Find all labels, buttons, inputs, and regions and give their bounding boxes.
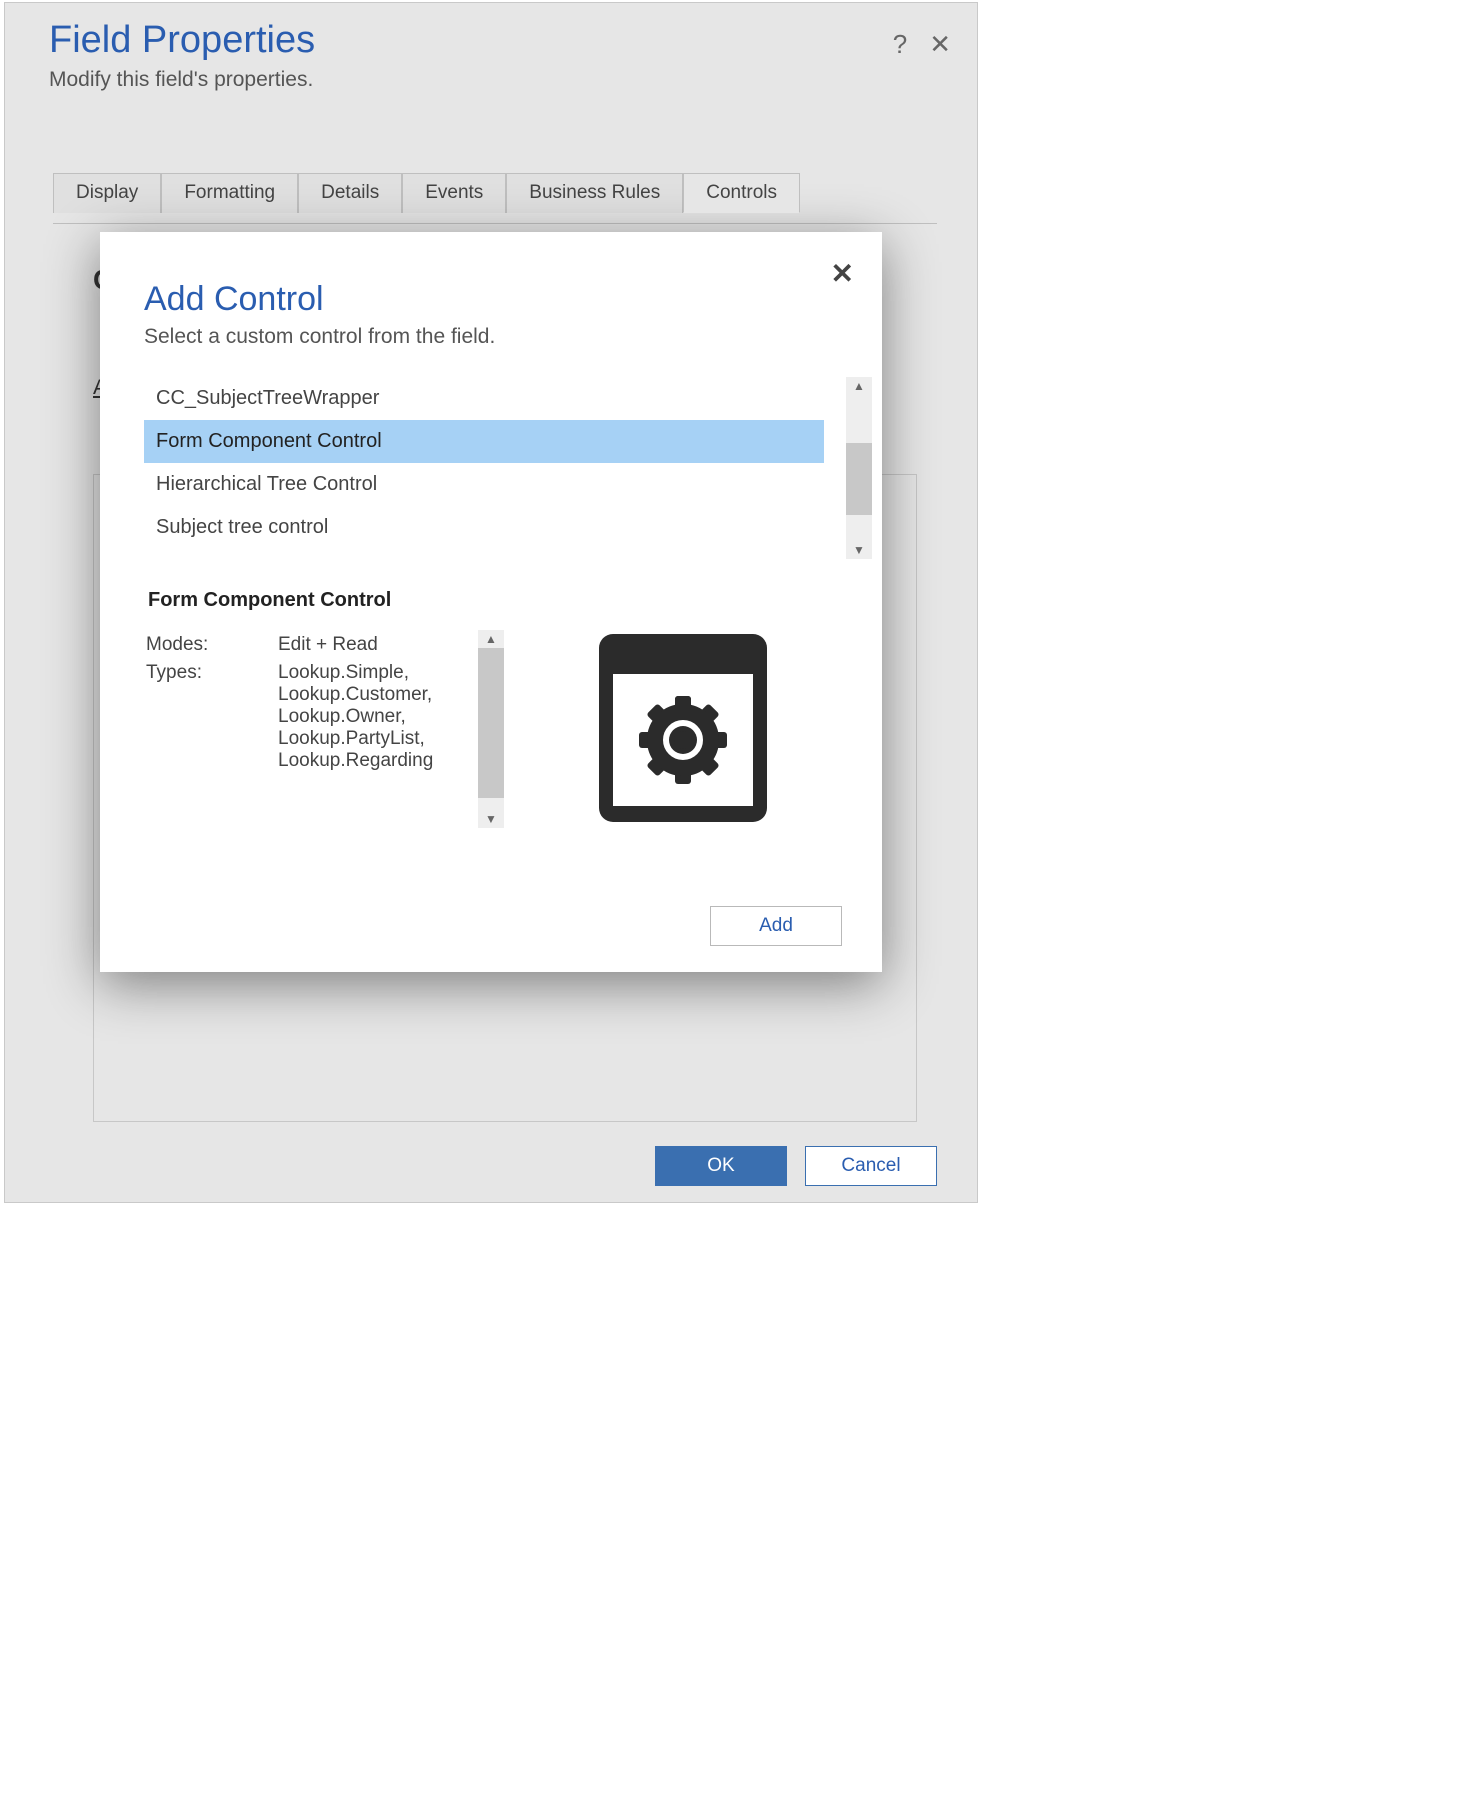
control-list-item[interactable]: Subject tree control: [144, 506, 824, 549]
add-control-dialog: ✕ Add Control Select a custom control fr…: [100, 232, 882, 972]
control-preview: [524, 630, 842, 826]
scroll-down-icon[interactable]: ▼: [478, 810, 504, 828]
control-detail-row: Modes: Edit + Read Types: Lookup.Simple,…: [144, 630, 842, 826]
types-value: Lookup.Simple,Lookup.Customer,Lookup.Own…: [278, 660, 433, 774]
scroll-up-icon[interactable]: ▲: [846, 377, 872, 395]
scroll-thumb[interactable]: [478, 648, 504, 798]
tab-controls[interactable]: Controls: [683, 173, 800, 213]
control-list-container: CC_SubjectTreeWrapperForm Component Cont…: [144, 377, 842, 559]
add-control-subtitle: Select a custom control from the field.: [144, 325, 842, 349]
scroll-thumb[interactable]: [846, 443, 872, 515]
add-button[interactable]: Add: [710, 906, 842, 946]
control-detail-table: Modes: Edit + Read Types: Lookup.Simple,…: [144, 630, 435, 776]
modes-label: Modes:: [146, 632, 276, 658]
control-list-item[interactable]: CC_SubjectTreeWrapper: [144, 377, 824, 420]
detail-scrollbar[interactable]: ▲ ▼: [478, 630, 504, 828]
modes-value: Edit + Read: [278, 632, 433, 658]
list-scrollbar[interactable]: ▲ ▼: [846, 377, 872, 559]
scroll-up-icon[interactable]: ▲: [478, 630, 504, 648]
control-list-item[interactable]: Form Component Control: [144, 420, 824, 463]
add-control-title: Add Control: [144, 280, 842, 319]
scroll-down-icon[interactable]: ▼: [846, 541, 872, 559]
selected-control-title: Form Component Control: [148, 589, 842, 612]
gear-window-icon: [595, 630, 771, 826]
close-icon[interactable]: ✕: [831, 260, 854, 288]
types-label: Types:: [146, 660, 276, 774]
control-list[interactable]: CC_SubjectTreeWrapperForm Component Cont…: [144, 377, 824, 559]
control-detail-panel: Modes: Edit + Read Types: Lookup.Simple,…: [144, 630, 504, 826]
add-control-footer: Add: [710, 906, 842, 946]
control-list-item[interactable]: Hierarchical Tree Control: [144, 463, 824, 506]
